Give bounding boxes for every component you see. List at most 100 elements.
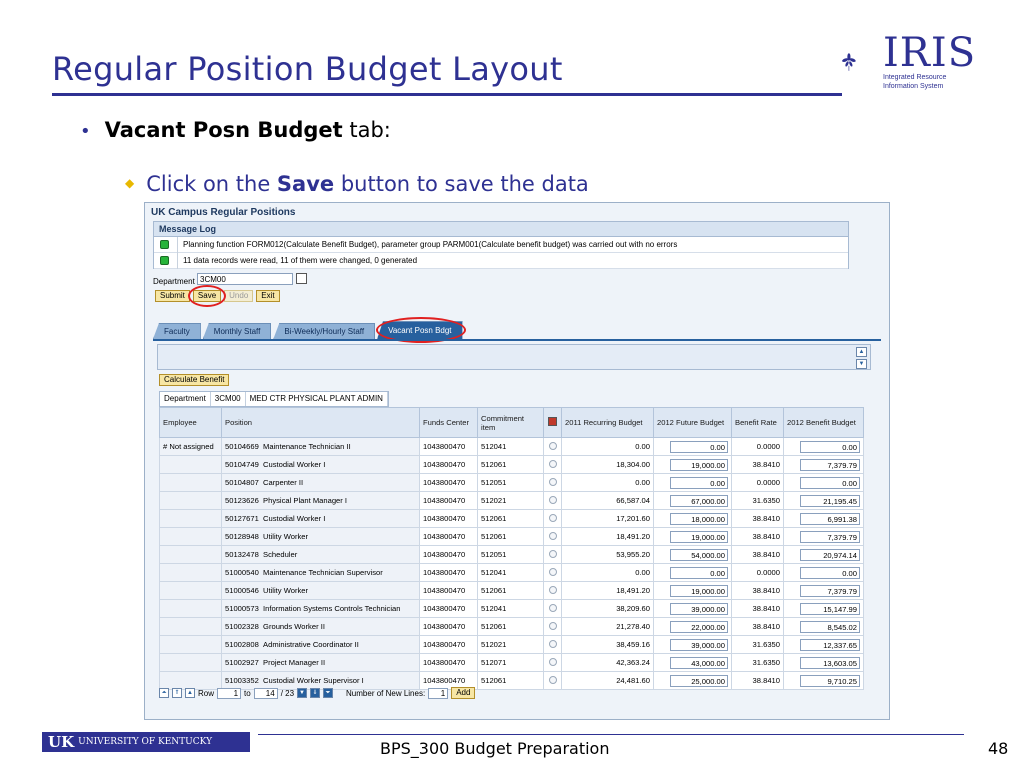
future-budget-input[interactable]: 22,000.00	[670, 620, 728, 633]
row-select-radio[interactable]	[548, 567, 557, 576]
recurring-value: 18,491.20	[616, 532, 650, 541]
row-from-input[interactable]: 1	[217, 687, 242, 699]
benefit-budget-input[interactable]: 0.00	[800, 566, 860, 579]
recurring-value: 38,459.16	[616, 640, 650, 649]
cell-position: 50104749 Custodial Worker I	[221, 455, 420, 474]
row-select-radio[interactable]	[548, 531, 557, 540]
row-select-radio[interactable]	[548, 639, 557, 648]
row-select-radio[interactable]	[548, 675, 557, 684]
university-logo: UK UNIVERSITY OF KENTUCKY	[42, 732, 250, 752]
future-budget-input[interactable]: 19,000.00	[670, 584, 728, 597]
cell-benefit-budget: 6,991.38	[783, 509, 864, 528]
benefit-budget-input[interactable]: 12,337.65	[800, 638, 860, 651]
future-budget-input[interactable]: 19,000.00	[670, 530, 728, 543]
funds-center-value: 1043800470	[423, 478, 466, 487]
position-title: Custodial Worker I	[263, 460, 326, 469]
cell-select	[543, 509, 562, 528]
cell-funds-center: 1043800470	[419, 491, 478, 510]
benefit-budget-input[interactable]: 20,974.14	[800, 548, 860, 561]
future-budget-input[interactable]: 43,000.00	[670, 656, 728, 669]
benefit-budget-input[interactable]: 15,147.99	[800, 602, 860, 615]
cell-employee	[159, 563, 222, 582]
funds-center-value: 1043800470	[423, 496, 466, 505]
future-budget-input[interactable]: 19,000.00	[670, 458, 728, 471]
position-id: 50128948	[225, 532, 259, 541]
cell-employee	[159, 527, 222, 546]
future-budget-input[interactable]: 25,000.00	[670, 674, 728, 687]
cell-position: 50128948 Utility Worker	[221, 527, 420, 546]
add-button[interactable]: Add	[451, 687, 476, 699]
tab-underline	[153, 339, 881, 341]
row-select-radio[interactable]	[548, 459, 557, 468]
value-help-icon[interactable]	[296, 273, 307, 284]
page-down-icon[interactable]: ⇓	[310, 688, 321, 698]
tab-biweekly-hourly-staff[interactable]: Bi-Weekly/Hourly Staff	[273, 323, 376, 339]
position-id: 50132478	[225, 550, 259, 559]
benefit-budget-input[interactable]: 7,379.79	[800, 584, 860, 597]
row-select-radio[interactable]	[548, 441, 557, 450]
benefit-budget-input[interactable]: 8,545.02	[800, 620, 860, 633]
funds-center-value: 1043800470	[423, 640, 466, 649]
recurring-value: 0.00	[635, 442, 650, 451]
submit-button[interactable]: Submit	[155, 290, 190, 302]
row-select-radio[interactable]	[548, 549, 557, 558]
cell-funds-center: 1043800470	[419, 635, 478, 654]
benefit-budget-input[interactable]: 7,379.79	[800, 458, 860, 471]
cell-select	[543, 473, 562, 492]
benefit-budget-input[interactable]: 7,379.79	[800, 530, 860, 543]
position-id: 50104669	[225, 442, 259, 451]
row-down-icon[interactable]: ▼	[297, 688, 308, 698]
undo-button[interactable]: Undo	[224, 290, 254, 302]
commitment-item-value: 512041	[481, 604, 507, 613]
commitment-item-value: 512061	[481, 676, 507, 685]
new-lines-input[interactable]: 1	[428, 687, 449, 699]
cell-benefit-rate: 0.0000	[731, 563, 784, 582]
tab-monthly-staff[interactable]: Monthly Staff	[202, 323, 272, 339]
row-select-radio[interactable]	[548, 513, 557, 522]
scroll-down-icon[interactable]: ▼	[856, 359, 867, 369]
cell-benefit-rate: 38.8410	[731, 527, 784, 546]
benefit-budget-input[interactable]: 6,991.38	[800, 512, 860, 525]
department-input[interactable]: 3CM00	[197, 273, 293, 285]
recurring-value: 24,481.60	[616, 676, 650, 685]
row-select-radio[interactable]	[548, 621, 557, 630]
future-budget-input[interactable]: 39,000.00	[670, 602, 728, 615]
benefit-budget-input[interactable]: 0.00	[800, 440, 860, 453]
benefit-budget-input[interactable]: 0.00	[800, 476, 860, 489]
recurring-value: 18,491.20	[616, 586, 650, 595]
sap-screenshot: UK Campus Regular Positions Message Log …	[144, 202, 890, 720]
tab-faculty[interactable]: Faculty	[153, 323, 201, 339]
benefit-budget-input[interactable]: 13,603.05	[800, 656, 860, 669]
row-to-input[interactable]: 14	[253, 687, 278, 699]
table-row: 51000540 Maintenance Technician Supervis…	[159, 563, 864, 582]
calculate-benefit-button[interactable]: Calculate Benefit	[159, 374, 230, 386]
benefit-budget-input[interactable]: 9,710.25	[800, 674, 860, 687]
future-budget-input[interactable]: 0.00	[670, 440, 728, 453]
cell-future-budget: 43,000.00	[653, 653, 732, 672]
benefit-budget-input[interactable]: 21,195.45	[800, 494, 860, 507]
future-budget-input[interactable]: 0.00	[670, 476, 728, 489]
exit-button[interactable]: Exit	[256, 290, 280, 302]
cell-employee	[159, 491, 222, 510]
benefit-rate-value: 38.8410	[752, 532, 780, 541]
row-up-icon[interactable]: ▲	[185, 688, 195, 698]
iris-flower-icon	[842, 53, 856, 71]
future-budget-input[interactable]: 0.00	[670, 566, 728, 579]
first-page-icon[interactable]: ⏶	[159, 688, 169, 698]
scroll-up-icon[interactable]: ▲	[856, 347, 867, 357]
cell-commitment-item: 512061	[477, 509, 544, 528]
future-budget-input[interactable]: 67,000.00	[670, 494, 728, 507]
page-up-icon[interactable]: ⇑	[172, 688, 182, 698]
select-column-icon[interactable]	[548, 417, 557, 426]
last-page-icon[interactable]: ⏷	[323, 688, 334, 698]
future-budget-input[interactable]: 18,000.00	[670, 512, 728, 525]
future-budget-input[interactable]: 39,000.00	[670, 638, 728, 651]
row-select-radio[interactable]	[548, 657, 557, 666]
position-title: Custodial Worker I	[263, 514, 326, 523]
row-select-radio[interactable]	[548, 585, 557, 594]
row-select-radio[interactable]	[548, 603, 557, 612]
row-select-radio[interactable]	[548, 477, 557, 486]
row-select-radio[interactable]	[548, 495, 557, 504]
funds-center-value: 1043800470	[423, 586, 466, 595]
future-budget-input[interactable]: 54,000.00	[670, 548, 728, 561]
